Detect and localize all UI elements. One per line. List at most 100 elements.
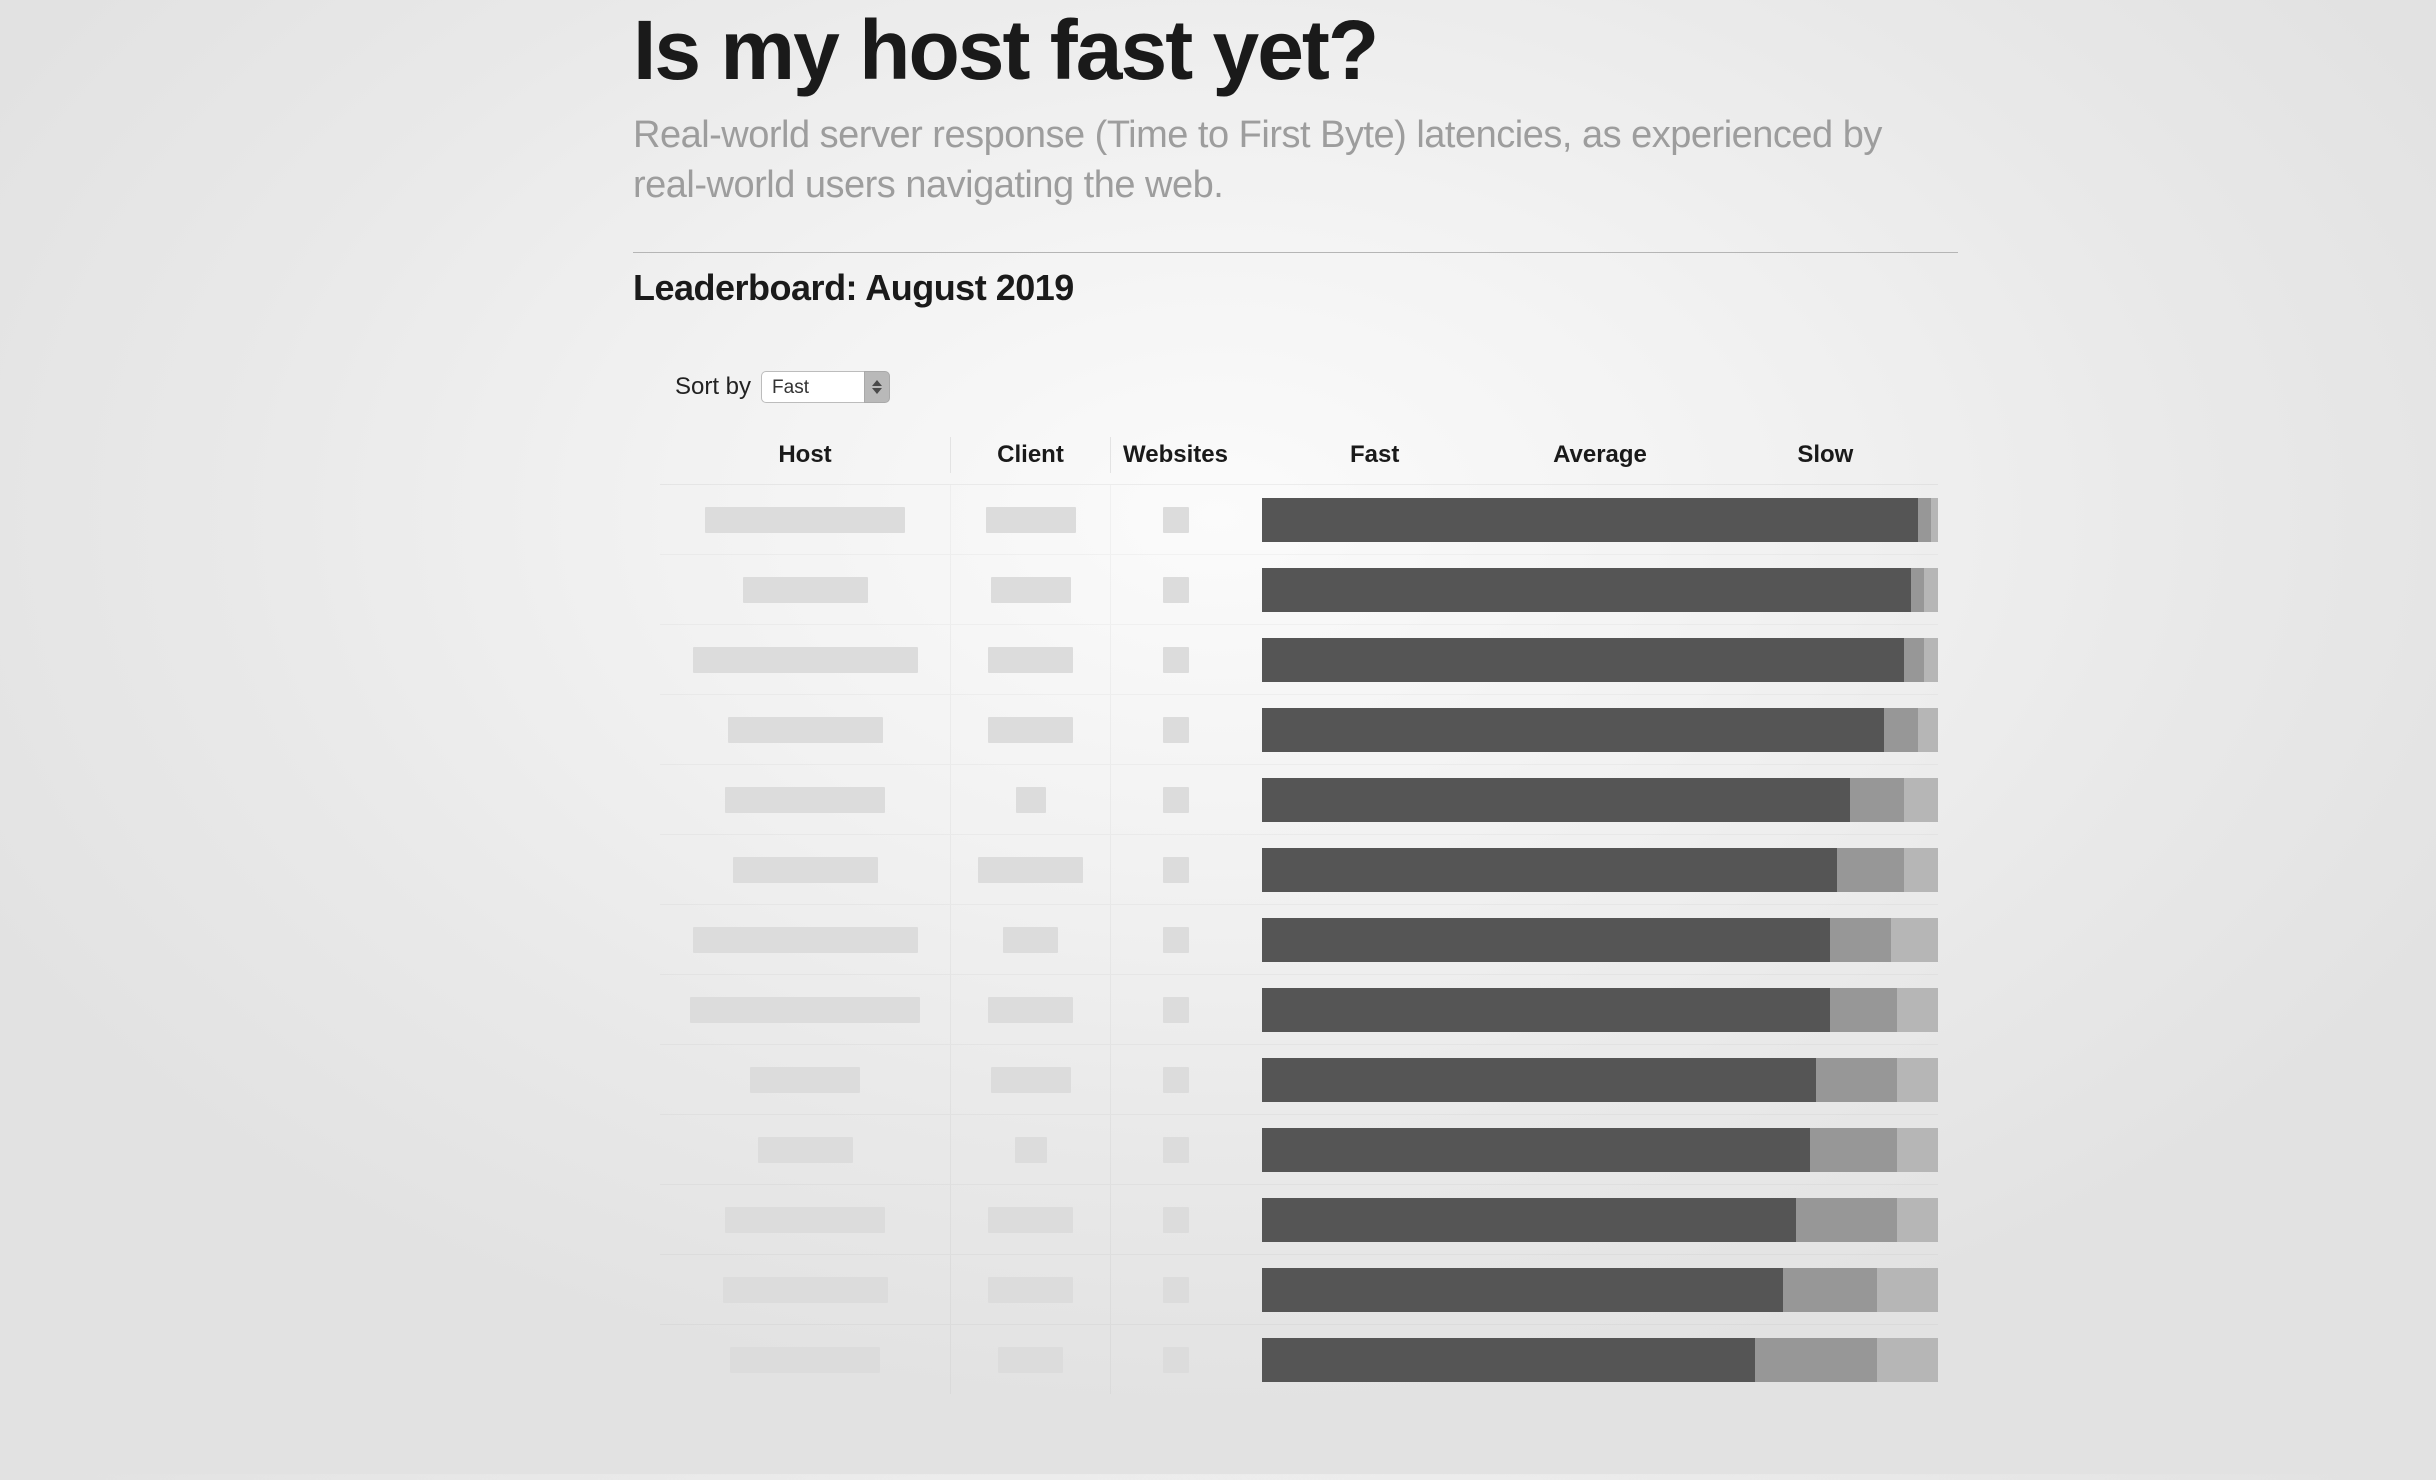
stacked-bar [1262, 918, 1938, 962]
bar-segment-fast [1262, 988, 1830, 1032]
table-row [660, 1044, 1938, 1114]
cell-client [950, 905, 1110, 974]
stacked-bar [1262, 1338, 1938, 1382]
stacked-bar [1262, 1128, 1938, 1172]
cell-bars [1240, 1255, 1938, 1324]
cell-bars [1240, 1325, 1938, 1394]
cell-bars [1240, 695, 1938, 764]
stacked-bar [1262, 708, 1938, 752]
cell-bars [1240, 975, 1938, 1044]
cell-host [660, 625, 950, 694]
stacked-bar [1262, 778, 1938, 822]
stacked-bar [1262, 848, 1938, 892]
skeleton-websites [1163, 577, 1189, 603]
cell-bars [1240, 625, 1938, 694]
cell-host [660, 1325, 950, 1394]
skeleton-websites [1163, 787, 1189, 813]
cell-host [660, 555, 950, 624]
skeleton-client [988, 997, 1073, 1023]
stacked-bar [1262, 638, 1938, 682]
skeleton-client [986, 507, 1076, 533]
cell-client [950, 625, 1110, 694]
bar-segment-average [1884, 708, 1918, 752]
cell-websites [1110, 1185, 1240, 1254]
bar-segment-slow [1918, 708, 1938, 752]
bar-segment-slow [1897, 988, 1938, 1032]
table-header: Host Client Websites Fast Average Slow [660, 437, 1938, 483]
table-row [660, 1324, 1938, 1394]
bar-segment-fast [1262, 1268, 1783, 1312]
cell-websites [1110, 1115, 1240, 1184]
skeleton-client [988, 1207, 1073, 1233]
cell-bars [1240, 1185, 1938, 1254]
skeleton-websites [1163, 997, 1189, 1023]
table-row [660, 624, 1938, 694]
bar-segment-fast [1262, 1198, 1796, 1242]
col-bars-group: Fast Average Slow [1240, 441, 1938, 469]
page-subtitle: Real-world server response (Time to Firs… [633, 110, 1938, 210]
cell-websites [1110, 975, 1240, 1044]
cell-websites [1110, 905, 1240, 974]
cell-websites [1110, 625, 1240, 694]
table-row [660, 1184, 1938, 1254]
skeleton-host [705, 507, 905, 533]
bar-segment-average [1904, 638, 1924, 682]
table-row [660, 834, 1938, 904]
skeleton-client [988, 647, 1073, 673]
bar-segment-fast [1262, 498, 1918, 542]
cell-bars [1240, 1045, 1938, 1114]
col-websites: Websites [1110, 437, 1240, 473]
cell-bars [1240, 1115, 1938, 1184]
skeleton-host [733, 857, 878, 883]
bar-segment-average [1911, 568, 1925, 612]
sort-select-wrap[interactable]: FastAverageSlowHostWebsites [761, 371, 890, 403]
skeleton-host [693, 647, 918, 673]
table-row [660, 974, 1938, 1044]
cell-client [950, 835, 1110, 904]
cell-host [660, 1115, 950, 1184]
bar-segment-fast [1262, 1128, 1810, 1172]
cell-host [660, 1185, 950, 1254]
skeleton-host [690, 997, 920, 1023]
cell-bars [1240, 555, 1938, 624]
cell-client [950, 975, 1110, 1044]
table-row [660, 904, 1938, 974]
cell-bars [1240, 905, 1938, 974]
bar-segment-average [1810, 1128, 1898, 1172]
skeleton-websites [1163, 1137, 1189, 1163]
bar-segment-slow [1924, 568, 1938, 612]
sort-controls: Sort by FastAverageSlowHostWebsites [478, 371, 1958, 403]
cell-bars [1240, 485, 1938, 554]
sort-label: Sort by [675, 373, 751, 401]
cell-client [950, 485, 1110, 554]
bar-segment-fast [1262, 778, 1850, 822]
bar-segment-slow [1877, 1268, 1938, 1312]
sort-select[interactable]: FastAverageSlowHostWebsites [761, 371, 864, 403]
table-row [660, 764, 1938, 834]
page-title: Is my host fast yet? [633, 0, 1938, 92]
cell-client [950, 1185, 1110, 1254]
cell-websites [1110, 1325, 1240, 1394]
table-body [660, 484, 1938, 1394]
skeleton-host [750, 1067, 860, 1093]
cell-websites [1110, 485, 1240, 554]
stacked-bar [1262, 1268, 1938, 1312]
cell-client [950, 1255, 1110, 1324]
cell-websites [1110, 765, 1240, 834]
table-row [660, 554, 1938, 624]
bar-segment-average [1850, 778, 1904, 822]
cell-client [950, 1045, 1110, 1114]
cell-websites [1110, 1045, 1240, 1114]
cell-bars [1240, 765, 1938, 834]
skeleton-host [725, 787, 885, 813]
cell-client [950, 1325, 1110, 1394]
bar-segment-fast [1262, 1058, 1816, 1102]
bar-segment-slow [1891, 918, 1938, 962]
skeleton-client [1015, 1137, 1047, 1163]
skeleton-client [988, 1277, 1073, 1303]
bar-segment-average [1830, 918, 1891, 962]
cell-client [950, 765, 1110, 834]
leaderboard-title: Leaderboard: August 2019 [478, 267, 1958, 309]
bar-segment-fast [1262, 638, 1904, 682]
skeleton-websites [1163, 927, 1189, 953]
